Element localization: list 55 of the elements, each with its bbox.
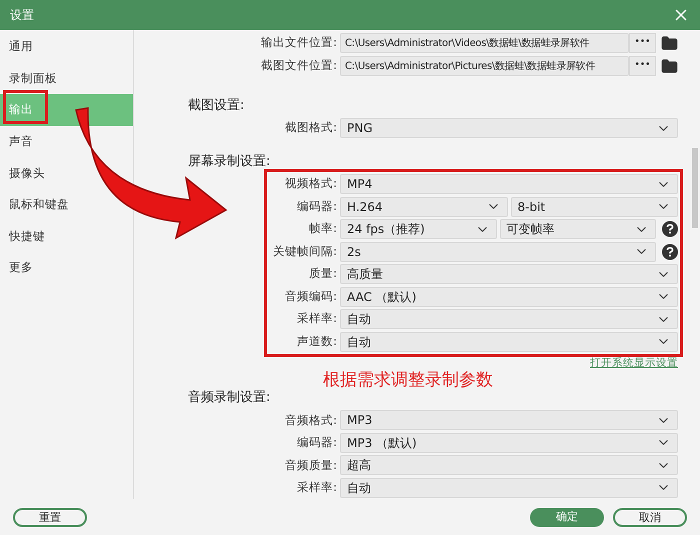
field-label: 帧率: bbox=[308, 220, 337, 238]
dropdown[interactable]: 2s bbox=[340, 242, 656, 262]
dropdown[interactable]: H.264 bbox=[340, 196, 508, 216]
dropdown[interactable]: 自动 bbox=[340, 478, 678, 498]
sidebar-item[interactable]: 录制面板 bbox=[0, 70, 57, 88]
sidebar-item[interactable]: 通用 bbox=[0, 38, 33, 56]
browse-button[interactable]: ••• bbox=[629, 33, 656, 53]
section-heading: 截图设置: bbox=[188, 97, 246, 114]
field-label: 视频格式: bbox=[284, 175, 337, 192]
dropdown[interactable]: 自动 bbox=[340, 309, 678, 329]
window-title: 设置 bbox=[10, 7, 34, 24]
field-label: 关键帧间隔: bbox=[272, 242, 337, 260]
display-settings-link[interactable]: 打开系统显示设置 bbox=[590, 356, 678, 372]
folder-icon[interactable] bbox=[661, 34, 678, 52]
footer-button[interactable]: 确定 bbox=[530, 508, 604, 526]
dropdown[interactable]: 可变帧率 bbox=[500, 219, 656, 239]
dropdown[interactable]: AAC （默认) bbox=[340, 286, 678, 306]
dropdown[interactable]: 高质量 bbox=[340, 264, 678, 284]
highlight-frame bbox=[3, 90, 48, 124]
footer-button[interactable]: 重置 bbox=[13, 508, 87, 526]
path-field[interactable]: C:\Users\Administrator\Pictures\数据蛙\数据蛙录屏软件 bbox=[340, 56, 629, 76]
field-label: 质量: bbox=[308, 265, 337, 282]
dropdown[interactable]: 8-bit bbox=[510, 196, 678, 216]
field-label: 音频编码: bbox=[284, 288, 337, 305]
field-label: 音频格式: bbox=[284, 412, 337, 429]
sidebar-item[interactable]: 更多 bbox=[0, 259, 33, 277]
field-label: 截图文件位置: bbox=[260, 57, 337, 74]
field-label: 声道数: bbox=[296, 332, 337, 350]
help-icon[interactable] bbox=[662, 244, 678, 260]
dropdown[interactable]: MP3 bbox=[340, 410, 678, 430]
field-label: 编码器: bbox=[296, 198, 337, 215]
field-label: 截图格式: bbox=[284, 119, 337, 136]
dropdown[interactable]: MP4 bbox=[340, 174, 678, 194]
footer-button[interactable]: 取消 bbox=[613, 508, 687, 526]
browse-button[interactable]: ••• bbox=[629, 56, 656, 76]
section-heading: 音频录制设置: bbox=[188, 389, 272, 406]
section-heading: 屏幕录制设置: bbox=[188, 153, 272, 170]
sidebar-item[interactable]: 摄像头 bbox=[0, 164, 45, 182]
dropdown[interactable]: 24 fps（推荐) bbox=[340, 219, 496, 239]
sidebar-item[interactable]: 快捷键 bbox=[0, 228, 45, 245]
dropdown[interactable]: MP3 （默认) bbox=[340, 432, 678, 453]
field-label: 音频质量: bbox=[284, 456, 337, 474]
sidebar-item[interactable]: 鼠标和键盘 bbox=[0, 196, 69, 214]
dropdown[interactable]: 超高 bbox=[340, 455, 678, 476]
sidebar-item[interactable]: 声音 bbox=[0, 132, 33, 150]
field-label: 输出文件位置: bbox=[260, 34, 337, 52]
field-label: 采样率: bbox=[296, 310, 337, 328]
help-icon[interactable] bbox=[662, 221, 678, 237]
field-label: 编码器: bbox=[296, 434, 337, 452]
annotation-text: 根据需求调整录制参数 bbox=[323, 369, 493, 392]
path-field[interactable]: C:\Users\Administrator\Videos\数据蛙\数据蛙录屏软件 bbox=[340, 33, 629, 53]
dropdown[interactable]: 自动 bbox=[340, 332, 678, 352]
field-label: 采样率: bbox=[296, 479, 337, 496]
dropdown[interactable]: PNG bbox=[340, 118, 678, 138]
folder-icon[interactable] bbox=[661, 58, 678, 74]
